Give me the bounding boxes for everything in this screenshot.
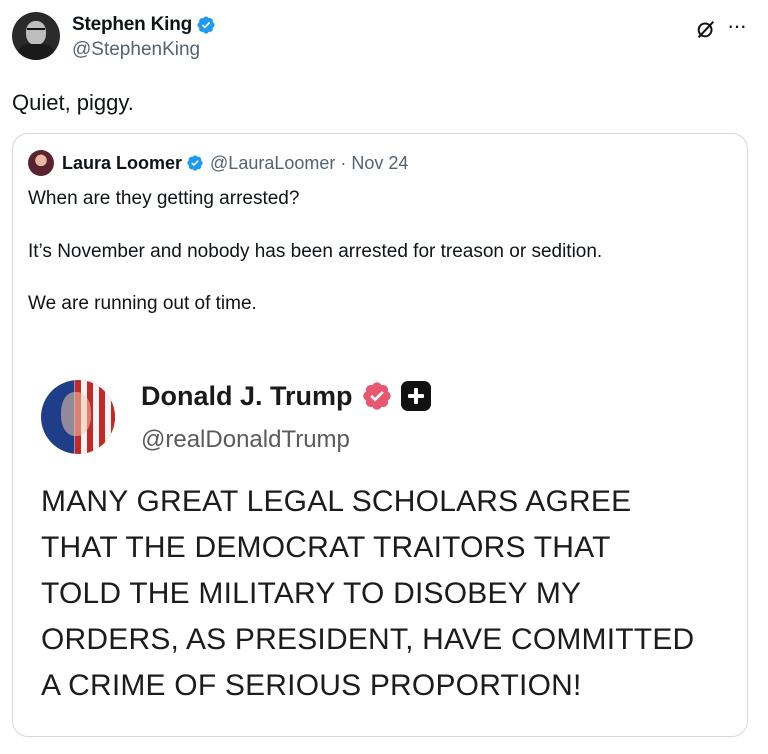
quoted-text-line: When are they getting arrested? [28,188,300,209]
quoted-post-date[interactable]: Nov 24 [351,153,408,174]
embedded-truth-social-screenshot[interactable]: Donald J. Trump @realDonaldTrump MANY GR… [13,354,747,736]
embedded-text-line: THAT THE DEMOCRAT TRAITORS THAT [41,531,611,564]
more-icon[interactable]: ··· [727,15,747,37]
embedded-author-name: Donald J. Trump [141,380,353,411]
embedded-author-row: Donald J. Trump [141,380,431,412]
embedded-text-line: A CRIME OF SERIOUS PROPORTION! [41,669,582,702]
quoted-post-card[interactable]: Laura Loomer @LauraLoomer · Nov 24 When … [12,133,748,737]
author-name[interactable]: Stephen King [72,14,192,36]
post-actions: ··· [695,15,747,40]
quoted-text-line: We are running out of time. [28,293,257,314]
verified-badge-icon [197,16,215,34]
post-header: Stephen King @StephenKing [12,12,216,61]
embedded-text-line: TOLD THE MILITARY TO DISOBEY MY [41,577,582,610]
verified-badge-icon [187,155,203,171]
laura-loomer-avatar[interactable] [28,150,54,176]
embedded-text-line: MANY GREAT LEGAL SCHOLARS AGREE [41,485,632,518]
stephen-king-avatar[interactable] [12,12,60,60]
post-text: Quiet, piggy. [12,90,134,115]
truth-plus-badge-icon [400,381,431,411]
quoted-author-name[interactable]: Laura Loomer [62,153,182,174]
author-name-row: Stephen King [72,14,216,36]
quoted-post-header: Laura Loomer @LauraLoomer · Nov 24 [28,150,408,176]
trump-avatar [41,380,115,454]
separator-dot: · [340,152,347,173]
author-handle[interactable]: @StephenKing [72,39,216,61]
avatar-glasses [27,28,45,35]
quoted-text-line: It’s November and nobody has been arrest… [28,241,603,262]
avatar-face [61,392,91,436]
avatar-shirt [18,44,54,60]
embedded-post-body: MANY GREAT LEGAL SCHOLARS AGREE THAT THE… [41,479,741,709]
grok-icon[interactable] [695,18,717,40]
embedded-author-handle: @realDonaldTrump [141,426,350,453]
embedded-text-line: ORDERS, AS PRESIDENT, HAVE COMMITTED [41,623,695,656]
author-block: Stephen King @StephenKing [72,14,216,61]
quoted-author-handle[interactable]: @LauraLoomer [210,153,335,174]
truth-verified-badge-icon [362,382,391,410]
